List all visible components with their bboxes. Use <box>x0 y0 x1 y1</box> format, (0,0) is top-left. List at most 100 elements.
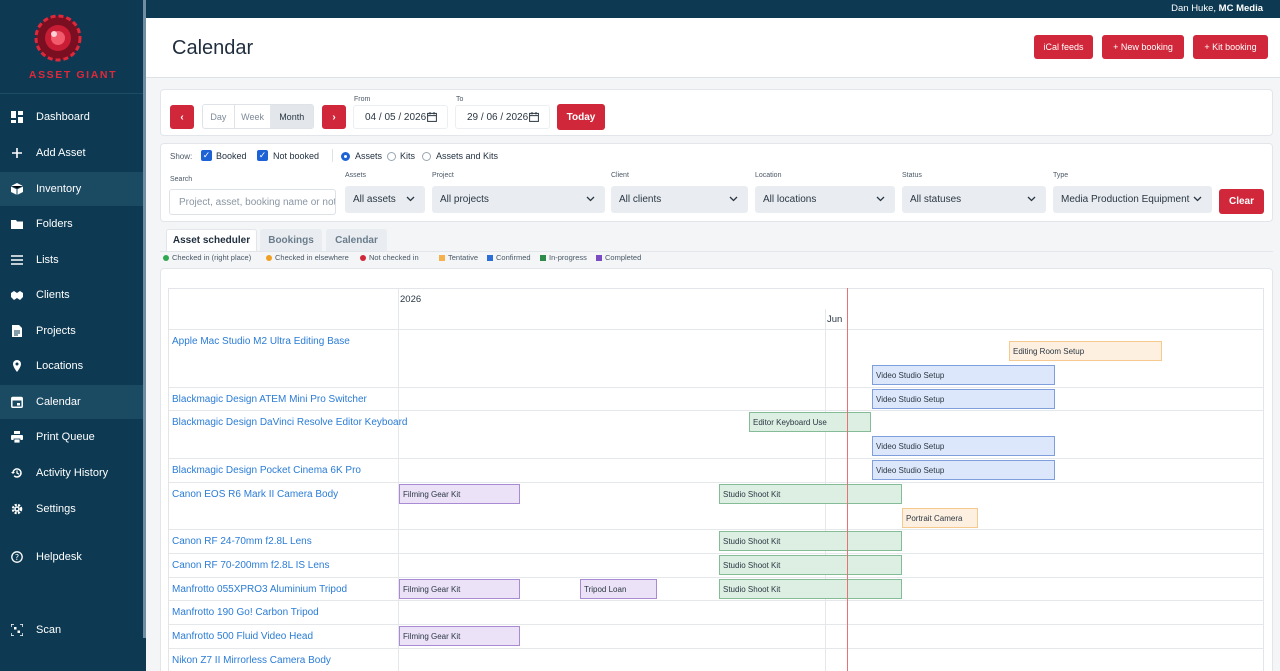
plus-icon <box>12 148 22 158</box>
client-select[interactable]: All clients <box>611 186 748 213</box>
sidebar-item-label: Dashboard <box>36 111 90 123</box>
booking-bar[interactable]: Studio Shoot Kit <box>719 531 902 551</box>
project-select-value: All projects <box>440 194 489 205</box>
user-account[interactable]: Dan Huke, MC Media <box>1171 3 1263 14</box>
asset-link[interactable]: Canon RF 24-70mm f2.8L Lens <box>172 536 312 547</box>
scope-assets-radio[interactable] <box>341 152 350 161</box>
asset-link[interactable]: Manfrotto 500 Fluid Video Head <box>172 631 313 642</box>
project-filter-label: Project <box>432 172 454 179</box>
booking-bar[interactable]: Video Studio Setup <box>872 389 1055 409</box>
clear-filters-button[interactable]: Clear <box>1219 189 1264 214</box>
assets-select[interactable]: All assets <box>345 186 425 213</box>
booking-bar[interactable]: Video Studio Setup <box>872 460 1055 480</box>
scheduler-row: Manfrotto 500 Fluid Video Head Filming Ge… <box>169 624 1263 648</box>
scheduler-row: Blackmagic Design DaVinci Resolve Editor… <box>169 410 1263 458</box>
booking-bar[interactable]: Filming Gear Kit <box>399 484 520 504</box>
booking-bar[interactable]: Video Studio Setup <box>872 436 1055 456</box>
view-month-button[interactable]: Month <box>270 105 313 128</box>
sidebar-item-label: Lists <box>36 254 59 266</box>
sidebar-item-scan[interactable]: Scan <box>0 613 143 647</box>
asset-link[interactable]: Canon EOS R6 Mark II Camera Body <box>172 489 338 500</box>
asset-link[interactable]: Manfrotto 190 Go! Carbon Tripod <box>172 607 319 618</box>
booking-bar[interactable]: Editor Keyboard Use <box>749 412 871 432</box>
new-booking-button[interactable]: + New booking <box>1102 35 1184 59</box>
year-header: 2026 <box>400 294 422 305</box>
asset-link[interactable]: Nikon Z7 II Mirrorless Camera Body <box>172 655 331 666</box>
view-day-button[interactable]: Day <box>203 105 234 128</box>
tab-calendar[interactable]: Calendar <box>326 229 387 251</box>
printer-icon <box>11 431 23 443</box>
sidebar-item-activity-history[interactable]: Activity History <box>0 456 143 490</box>
asset-link[interactable]: Manfrotto 055XPRO3 Aluminium Tripod <box>172 584 347 595</box>
search-label: Search <box>170 176 193 183</box>
project-select[interactable]: All projects <box>432 186 605 213</box>
scheduler-row: Blackmagic Design ATEM Mini Pro Switcher… <box>169 387 1263 410</box>
type-select-value: Media Production Equipment <box>1061 194 1190 205</box>
scheduler-row: Manfrotto 190 Go! Carbon Tripod <box>169 600 1263 624</box>
today-button[interactable]: Today <box>557 104 605 130</box>
asset-link[interactable]: Blackmagic Design DaVinci Resolve Editor… <box>172 417 407 428</box>
asset-link[interactable]: Apple Mac Studio M2 Ultra Editing Base <box>172 336 350 347</box>
booked-label: Booked <box>216 151 247 161</box>
booked-checkbox[interactable]: ✓ <box>201 150 212 161</box>
not-booked-checkbox[interactable]: ✓ <box>257 150 268 161</box>
view-week-button[interactable]: Week <box>233 105 271 128</box>
sidebar-item-print-queue[interactable]: Print Queue <box>0 420 143 454</box>
sidebar-item-calendar[interactable]: Calendar <box>0 385 143 419</box>
calendar-icon[interactable] <box>427 112 437 122</box>
asset-link[interactable]: Blackmagic Design Pocket Cinema 6K Pro <box>172 465 361 476</box>
search-input[interactable]: Project, asset, booking name or note <box>169 189 336 215</box>
booking-bar[interactable]: Filming Gear Kit <box>399 626 520 646</box>
folder-icon <box>11 220 23 229</box>
sidebar-scrollbar[interactable] <box>143 0 146 638</box>
sidebar-item-settings[interactable]: Settings <box>0 492 143 526</box>
type-select[interactable]: Media Production Equipment <box>1053 186 1212 213</box>
booking-bar[interactable]: Video Studio Setup <box>872 365 1055 385</box>
tab-asset-scheduler[interactable]: Asset scheduler <box>166 229 257 251</box>
booking-bar[interactable]: Studio Shoot Kit <box>719 484 902 504</box>
sidebar-item-projects[interactable]: Projects <box>0 314 143 348</box>
previous-period-button[interactable]: ‹ <box>170 105 194 129</box>
ical-feeds-button[interactable]: iCal feeds <box>1034 35 1093 59</box>
sidebar-item-label: Helpdesk <box>36 551 82 563</box>
sidebar-item-dashboard[interactable]: Dashboard <box>0 100 143 134</box>
sidebar-item-lists[interactable]: Lists <box>0 243 143 277</box>
sidebar-item-locations[interactable]: Locations <box>0 349 143 383</box>
sidebar-item-inventory[interactable]: Inventory <box>0 172 143 206</box>
to-date-field[interactable]: 29 / 06 / 2026 <box>455 105 550 129</box>
booking-bar[interactable]: Studio Shoot Kit <box>719 579 902 599</box>
sidebar-item-folders[interactable]: Folders <box>0 207 143 241</box>
from-date-field[interactable]: 04 / 05 / 2026 <box>353 105 448 129</box>
brand-logo[interactable]: ASSET GIANT <box>0 0 146 94</box>
asset-link[interactable]: Blackmagic Design ATEM Mini Pro Switcher <box>172 394 367 405</box>
sidebar-item-clients[interactable]: Clients <box>0 278 143 312</box>
sidebar-item-helpdesk[interactable]: ? Helpdesk <box>0 540 143 574</box>
scope-assets-and-kits-radio[interactable] <box>422 152 431 161</box>
sidebar-item-label: Settings <box>36 503 76 515</box>
kit-booking-button[interactable]: + Kit booking <box>1193 35 1268 59</box>
sidebar-item-label: Inventory <box>36 183 82 195</box>
status-select[interactable]: All statuses <box>902 186 1046 213</box>
asset-link[interactable]: Canon RF 70-200mm f2.8L IS Lens <box>172 560 330 571</box>
history-icon <box>11 468 22 478</box>
next-period-button[interactable]: › <box>322 105 346 129</box>
status-filter-label: Status <box>902 172 922 179</box>
booking-bar[interactable]: Editing Room Setup <box>1009 341 1162 361</box>
scope-kits-radio[interactable] <box>387 152 396 161</box>
tab-bookings[interactable]: Bookings <box>260 229 322 251</box>
dashboard-icon <box>11 111 23 123</box>
from-date-value: 04 / 05 / 2026 <box>365 112 427 123</box>
scheduler-row: Nikon Z7 II Mirrorless Camera Body <box>169 648 1263 671</box>
scheduler-row: Blackmagic Design Pocket Cinema 6K Pro Vi… <box>169 458 1263 482</box>
booking-bar[interactable]: Tripod Loan <box>580 579 657 599</box>
legend-confirmed: Confirmed <box>487 253 531 262</box>
sidebar-item-add-asset[interactable]: Add Asset <box>0 136 143 170</box>
show-label: Show: <box>170 152 193 161</box>
user-name: Dan Huke, <box>1171 3 1219 14</box>
calendar-icon[interactable] <box>529 112 539 122</box>
booking-bar[interactable]: Studio Shoot Kit <box>719 555 902 575</box>
sidebar-item-label: Locations <box>36 360 84 372</box>
location-select[interactable]: All locations <box>755 186 895 213</box>
booking-bar[interactable]: Filming Gear Kit <box>399 579 520 599</box>
booking-bar[interactable]: Portrait Camera <box>902 508 978 528</box>
